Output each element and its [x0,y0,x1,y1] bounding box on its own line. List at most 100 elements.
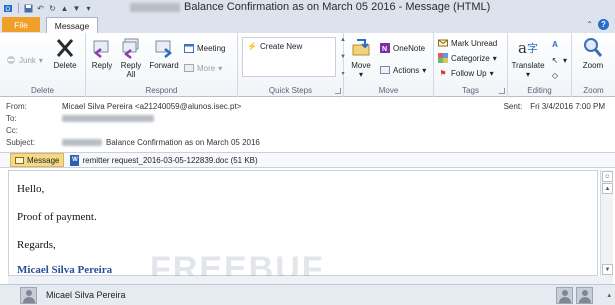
create-new-label: Create New [260,41,303,51]
delete-icon [55,37,75,59]
from-value[interactable]: Micael Silva Pereira <a21240059@alunos.i… [62,102,241,111]
create-new-quick-step[interactable]: ⚡ Create New [247,41,302,51]
window-title: Balance Confirmation as on March 05 2016… [130,1,490,13]
tab-message[interactable]: Message [46,17,98,33]
window-title-text: Balance Confirmation as on March 05 2016… [184,1,491,13]
mark-unread-button[interactable]: Mark Unread [438,38,497,48]
group-label-tags: Tags [462,86,479,95]
sent-label: Sent: [503,102,523,111]
redo-icon[interactable]: ↻ [48,4,57,13]
meeting-button[interactable]: Meeting [184,43,225,53]
group-editing: a字 Translate ▾ A ↖ ▾ ◇ Editing [508,33,572,97]
junk-icon [6,55,16,65]
attachment-file[interactable]: W remitter request_2016-03-05-122839.doc… [70,154,258,166]
reply-all-button[interactable]: Reply All [119,37,143,79]
forward-button[interactable]: Forward [148,37,180,70]
move-button[interactable]: Move ▾ [348,37,374,79]
down-arrow-icon[interactable]: ▼ [72,4,81,13]
cc-row: Cc: [6,126,62,135]
actions-button[interactable]: Actions ▾ [380,65,426,75]
follow-up-button[interactable]: ⚑ Follow Up ▾ [438,68,493,78]
chevron-down-icon: ▾ [422,65,427,75]
reply-all-label-1: Reply [120,61,142,70]
zoom-label: Zoom [582,61,604,70]
onenote-button[interactable]: N OneNote [380,43,425,53]
group-tags: Mark Unread Categorize ▾ ⚑ Follow Up ▾ T… [434,33,508,97]
actions-label: Actions [393,65,420,75]
from-label: From: [6,102,27,111]
group-respond: Reply Reply All Forward Meeting More ▾ R… [86,33,238,97]
expand-people-pane-icon[interactable]: ▴ [607,291,611,299]
mark-unread-label: Mark Unread [451,38,498,48]
dialog-launcher-icon[interactable] [335,88,341,94]
to-label: To: [6,114,17,123]
related-button[interactable]: ◇ [550,70,560,80]
quick-steps-gallery[interactable]: ⚡ Create New [242,37,336,77]
find-button[interactable]: A [550,39,560,49]
more-respond-button[interactable]: More ▾ [184,63,222,73]
redacted-company-name [130,2,180,12]
word-document-icon: W [70,154,80,166]
zoom-button[interactable]: Zoom [576,37,610,70]
tab-file[interactable]: File [2,17,40,32]
title-bar: O ↶ ↻ ▲ ▼ ▾ Balance Confirmation as on M… [0,0,615,16]
translate-button[interactable]: a字 Translate ▾ [510,37,546,79]
group-delete: Junk ▾ Delete Delete [0,33,86,97]
redacted-recipient [62,115,154,122]
delete-button[interactable]: Delete [50,37,80,70]
attachment-file-name: remitter request_2016-03-05-122839.doc (… [82,155,258,165]
body-signature: Micael Silva Pereira [17,264,113,276]
find-icon: A [552,39,558,49]
chevron-down-icon: ▾ [218,63,223,73]
subject-label: Subject: [6,138,35,147]
forward-label: Forward [149,61,179,70]
subject-row: Subject: Balance Confirmation as on Marc… [6,138,260,147]
subject-value: Balance Confirmation as on March 05 2016 [106,138,260,147]
outlook-icon[interactable]: O [4,4,13,13]
save-icon[interactable] [24,4,33,13]
dialog-launcher-icon[interactable] [499,88,505,94]
follow-up-label: Follow Up [451,68,487,78]
chevron-down-icon: ▾ [492,53,497,63]
horizontal-scrollbar[interactable] [8,276,613,284]
to-row: To: [6,114,154,123]
categorize-icon [438,53,448,63]
up-arrow-icon[interactable]: ▲ [60,4,69,13]
junk-button[interactable]: Junk ▾ [6,55,43,65]
group-label-respond: Respond [145,86,178,95]
lightning-icon: ⚡ [247,41,257,51]
envelope-icon [438,38,448,48]
categorize-label: Categorize [451,53,490,63]
move-label: Move [351,61,371,70]
select-button[interactable]: ↖ ▾ [550,55,567,65]
smiley-icon[interactable]: ☺ [602,171,613,182]
group-label-editing: Editing [527,86,552,95]
group-zoom: Zoom Zoom [572,33,615,97]
delete-label: Delete [53,61,77,70]
group-move: Move ▾ N OneNote Actions ▾ Move [344,33,434,97]
related-icon: ◇ [551,70,559,80]
svg-text:N: N [382,46,387,53]
scroll-down-icon[interactable]: ▼ [602,264,613,275]
collapse-ribbon-icon[interactable]: ⌃ [586,20,593,29]
customize-toolbar-icon[interactable]: ▾ [84,4,93,13]
people-pane-name[interactable]: Micael Silva Pereira [46,290,126,300]
reply-all-icon [121,37,141,59]
vertical-scrollbar[interactable]: ☺ ▲ ▼ [600,170,613,276]
reply-button[interactable]: Reply [90,37,114,70]
avatar[interactable] [556,287,573,304]
scroll-up-icon[interactable]: ▲ [602,183,613,194]
help-icon[interactable]: ? [598,19,609,30]
categorize-button[interactable]: Categorize ▾ [438,53,497,63]
group-label-quick-steps: Quick Steps [268,86,313,95]
undo-icon[interactable]: ↶ [36,4,45,13]
people-pane: Micael Silva Pereira ▴ [0,284,615,305]
message-body-tab[interactable]: Message [10,153,65,167]
group-label-delete: Delete [30,86,55,95]
chevron-down-icon: ▾ [563,55,568,65]
flag-icon: ⚑ [439,68,447,78]
body-greeting: Hello, [17,183,45,195]
avatar[interactable] [576,287,593,304]
avatar[interactable] [20,287,37,304]
move-icon [351,37,371,59]
